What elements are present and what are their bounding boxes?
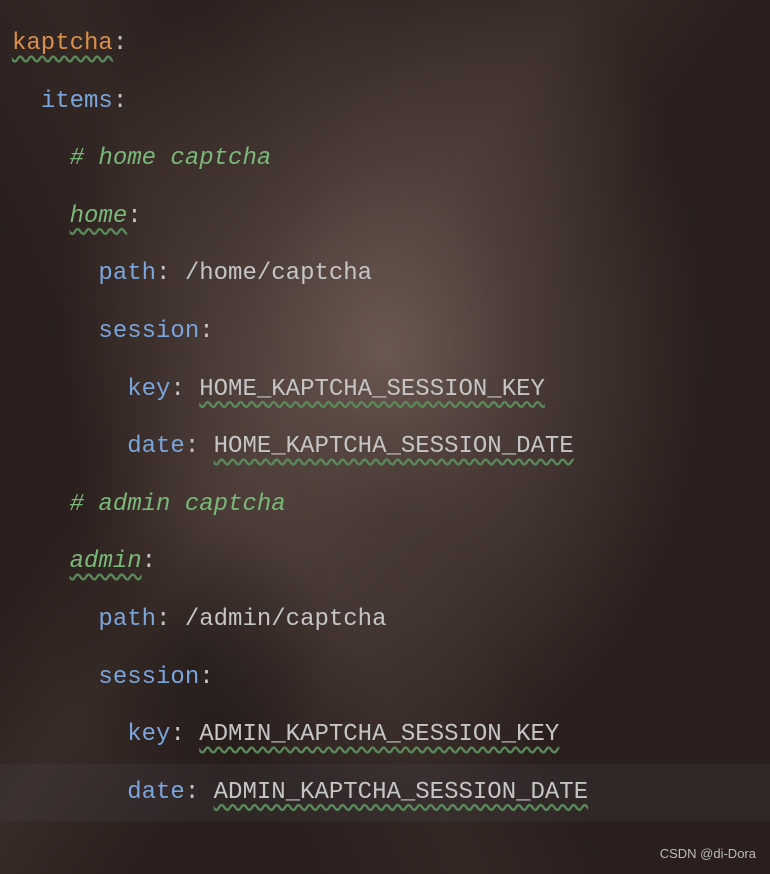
yaml-value: HOME_KAPTCHA_SESSION_KEY — [199, 376, 545, 403]
code-line: items: — [12, 73, 758, 131]
code-line: date: ADMIN_KAPTCHA_SESSION_DATE — [0, 764, 770, 822]
colon: : — [185, 779, 214, 806]
code-line: # home captcha — [12, 130, 758, 188]
yaml-comment: # admin captcha — [70, 491, 286, 518]
yaml-key: session — [98, 664, 199, 691]
colon: : — [156, 260, 185, 287]
code-line: key: HOME_KAPTCHA_SESSION_KEY — [12, 361, 758, 419]
yaml-key: key — [127, 721, 170, 748]
colon: : — [142, 548, 156, 575]
code-line: # admin captcha — [12, 476, 758, 534]
colon: : — [156, 606, 185, 633]
code-line: path: /home/captcha — [12, 245, 758, 303]
yaml-key: kaptcha — [12, 30, 113, 57]
yaml-comment: # home captcha — [70, 145, 272, 172]
yaml-key: home — [70, 203, 128, 230]
yaml-value: /admin/captcha — [185, 606, 387, 633]
code-line: key: ADMIN_KAPTCHA_SESSION_KEY — [12, 706, 758, 764]
colon: : — [170, 721, 199, 748]
colon: : — [113, 88, 127, 115]
yaml-key: date — [127, 433, 185, 460]
watermark: CSDN @di-Dora — [660, 847, 756, 860]
colon: : — [113, 30, 127, 57]
yaml-key: admin — [70, 548, 142, 575]
yaml-key: date — [127, 779, 185, 806]
yaml-key: path — [98, 260, 156, 287]
yaml-key: key — [127, 376, 170, 403]
code-line: admin: — [12, 533, 758, 591]
yaml-key: session — [98, 318, 199, 345]
colon: : — [199, 318, 213, 345]
yaml-value: ADMIN_KAPTCHA_SESSION_KEY — [199, 721, 559, 748]
yaml-key: items — [41, 88, 113, 115]
yaml-key: path — [98, 606, 156, 633]
code-line: kaptcha: — [12, 15, 758, 73]
colon: : — [199, 664, 213, 691]
code-line: date: HOME_KAPTCHA_SESSION_DATE — [12, 418, 758, 476]
code-line: session: — [12, 303, 758, 361]
colon: : — [170, 376, 199, 403]
yaml-value: /home/captcha — [185, 260, 372, 287]
code-block: kaptcha: items: # home captcha home: pat… — [12, 15, 758, 821]
yaml-value: ADMIN_KAPTCHA_SESSION_DATE — [214, 779, 588, 806]
colon: : — [127, 203, 141, 230]
code-line: path: /admin/captcha — [12, 591, 758, 649]
code-line: home: — [12, 188, 758, 246]
code-line: session: — [12, 649, 758, 707]
yaml-value: HOME_KAPTCHA_SESSION_DATE — [214, 433, 574, 460]
colon: : — [185, 433, 214, 460]
